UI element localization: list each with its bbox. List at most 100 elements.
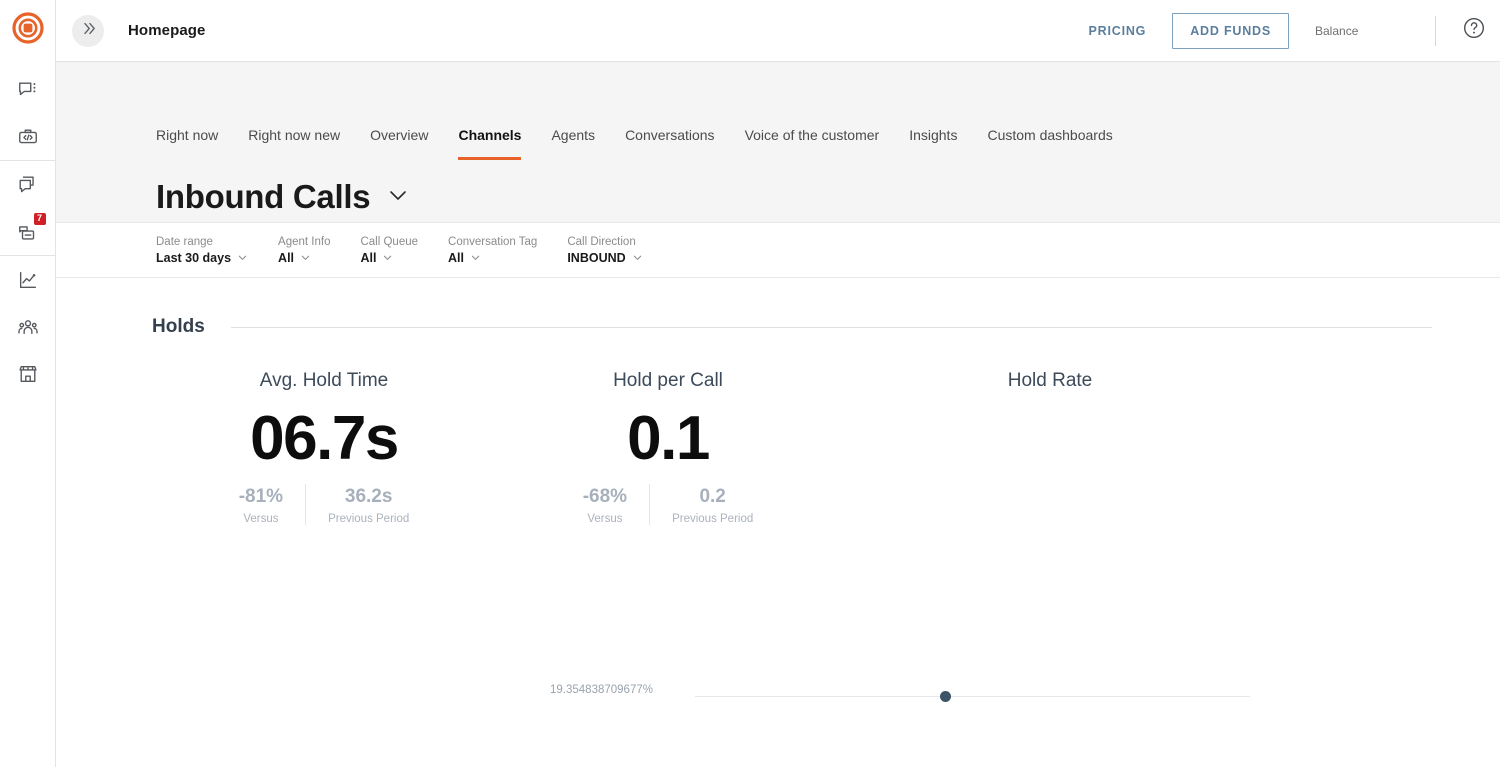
rail-group-1 [0, 66, 55, 160]
metric-title: Avg. Hold Time [259, 370, 389, 391]
copy-chat-icon [17, 174, 39, 196]
filter-date-range-value: Last 30 days [156, 250, 232, 265]
dashboard-selector-button[interactable] [386, 183, 410, 212]
pricing-link[interactable]: PRICING [1089, 24, 1147, 38]
sidebar-item-chat[interactable] [0, 66, 56, 113]
filter-date-range[interactable]: Date range Last 30 days [156, 235, 248, 266]
chat-menu-icon [17, 79, 39, 101]
chevron-down-icon [632, 252, 643, 263]
filter-agent-info[interactable]: Agent Info All [278, 235, 330, 266]
metric-delta-label: Versus [243, 513, 279, 525]
tab-zone: Right now Right now new Overview Channel… [56, 62, 1500, 222]
dashboard-tabs: Right now Right now new Overview Channel… [56, 62, 1500, 160]
chart-title: Hold Rate [1007, 370, 1093, 391]
balance-label: Balance [1315, 23, 1359, 38]
chevron-down-icon [386, 183, 410, 212]
metrics-row: Avg. Hold Time 06.7s -81% Versus 36.2s P… [56, 370, 1460, 702]
chart-data-point[interactable] [940, 691, 951, 702]
metric-value: 06.7s [250, 404, 399, 473]
people-icon [17, 316, 39, 338]
app-root: 7 Homepage PRICING ADD FUNDS Balance Rig… [0, 0, 1500, 767]
sidebar-item-conversations[interactable] [0, 161, 56, 208]
metric-delta-value: -68% [582, 486, 628, 507]
chart-card-hold-rate: Hold Rate 19.354838709677% 08/25/2023 [550, 370, 1260, 702]
metric-comparison: -68% Versus 0.2 Previous Period [496, 484, 840, 525]
top-bar: Homepage PRICING ADD FUNDS Balance [56, 0, 1500, 62]
filter-agent-info-value: All [278, 250, 295, 265]
question-circle-icon [1462, 16, 1486, 45]
filter-conversation-tag-value: All [448, 250, 465, 265]
code-briefcase-icon [17, 126, 39, 148]
filter-call-queue-value: All [360, 250, 377, 265]
balance-block: Balance [1315, 24, 1425, 38]
sidebar-item-marketplace[interactable] [0, 350, 56, 397]
sidebar-collapse-button[interactable] [72, 14, 104, 47]
chevron-down-icon [382, 252, 393, 263]
sidebar-item-developer[interactable] [0, 113, 56, 160]
filter-call-direction-value-row: INBOUND [567, 250, 642, 266]
section-divider [230, 326, 1432, 328]
hold-rate-plot: 19.354838709677% 08/25/2023 [550, 520, 1250, 720]
sidebar-item-tickets[interactable]: 7 [0, 208, 56, 255]
metric-previous-value: 0.2 [699, 486, 726, 507]
metric-delta-cell: -68% Versus [561, 484, 649, 525]
main-column: Homepage PRICING ADD FUNDS Balance Right… [56, 0, 1500, 767]
section-header-holds: Holds [56, 278, 1460, 338]
chevron-down-icon [300, 252, 311, 263]
filter-call-queue-label: Call Queue [360, 235, 419, 248]
filter-conversation-tag[interactable]: Conversation Tag All [448, 235, 537, 266]
tab-right-now-new[interactable]: Right now new [248, 127, 340, 160]
storefront-icon [17, 363, 39, 385]
rail-group-2: 7 [0, 160, 55, 255]
tab-right-now[interactable]: Right now [156, 127, 218, 160]
unread-badge: 7 [33, 213, 46, 225]
section-title: Holds [152, 316, 205, 337]
filter-conversation-tag-label: Conversation Tag [448, 235, 538, 248]
tab-overview[interactable]: Overview [370, 127, 428, 160]
filter-bar: Date range Last 30 days Agent Info All C… [56, 222, 1500, 278]
metric-delta-cell: -81% Versus [217, 484, 305, 525]
sidebar-item-analytics[interactable] [0, 256, 56, 303]
tab-insights[interactable]: Insights [909, 127, 957, 160]
metric-title: Hold per Call [613, 370, 723, 391]
filter-call-queue[interactable]: Call Queue All [360, 235, 418, 266]
tab-conversations[interactable]: Conversations [625, 127, 715, 160]
tab-agents[interactable]: Agents [551, 127, 595, 160]
tab-channels[interactable]: Channels [458, 127, 522, 160]
tab-custom-dashboards[interactable]: Custom dashboards [987, 127, 1112, 160]
metric-previous-cell: 0.2 Previous Period [649, 484, 775, 525]
page-title: Homepage [128, 22, 206, 39]
sidebar-item-agents[interactable] [0, 303, 56, 350]
filter-call-direction[interactable]: Call Direction INBOUND [567, 235, 642, 266]
metric-value: 0.1 [627, 404, 710, 473]
metric-previous-cell: 36.2s Previous Period [305, 484, 431, 525]
double-chevron-right-icon [80, 20, 97, 42]
metric-delta-value: -81% [238, 486, 284, 507]
rail-group-3 [0, 255, 55, 397]
chevron-down-icon [470, 252, 481, 263]
chart-gridline [695, 696, 1250, 697]
metric-card-hold-per-call: Hold per Call 0.1 -68% Versus 0.2 Previo… [496, 370, 840, 525]
dashboard-content: Holds Avg. Hold Time 06.7s -81% Versus 3… [56, 278, 1500, 767]
page-heading-row: Inbound Calls [56, 160, 1500, 222]
filter-call-direction-label: Call Direction [567, 235, 636, 248]
metric-previous-label: Previous Period [328, 513, 410, 525]
filter-agent-info-label: Agent Info [278, 235, 331, 248]
filter-conversation-tag-value-row: All [448, 250, 537, 266]
y-axis-tick-label: 19.354838709677% [550, 684, 653, 696]
chevron-down-icon [237, 252, 248, 263]
topbar-divider [1435, 15, 1436, 46]
help-button[interactable] [1462, 16, 1486, 45]
filter-agent-info-value-row: All [278, 250, 330, 266]
metric-comparison: -81% Versus 36.2s Previous Period [152, 484, 496, 525]
add-funds-button[interactable]: ADD FUNDS [1172, 12, 1289, 49]
target-logo-icon[interactable] [11, 12, 44, 44]
metric-previous-value: 36.2s [344, 486, 393, 507]
left-nav-rail: 7 [0, 0, 56, 767]
filter-call-queue-value-row: All [360, 250, 418, 266]
tab-voice-of-the-customer[interactable]: Voice of the customer [745, 127, 880, 160]
dashboard-heading: Inbound Calls [156, 178, 371, 215]
metric-card-avg-hold-time: Avg. Hold Time 06.7s -81% Versus 36.2s P… [152, 370, 496, 525]
filter-date-range-value-row: Last 30 days [156, 250, 248, 266]
filter-call-direction-value: INBOUND [567, 250, 626, 265]
